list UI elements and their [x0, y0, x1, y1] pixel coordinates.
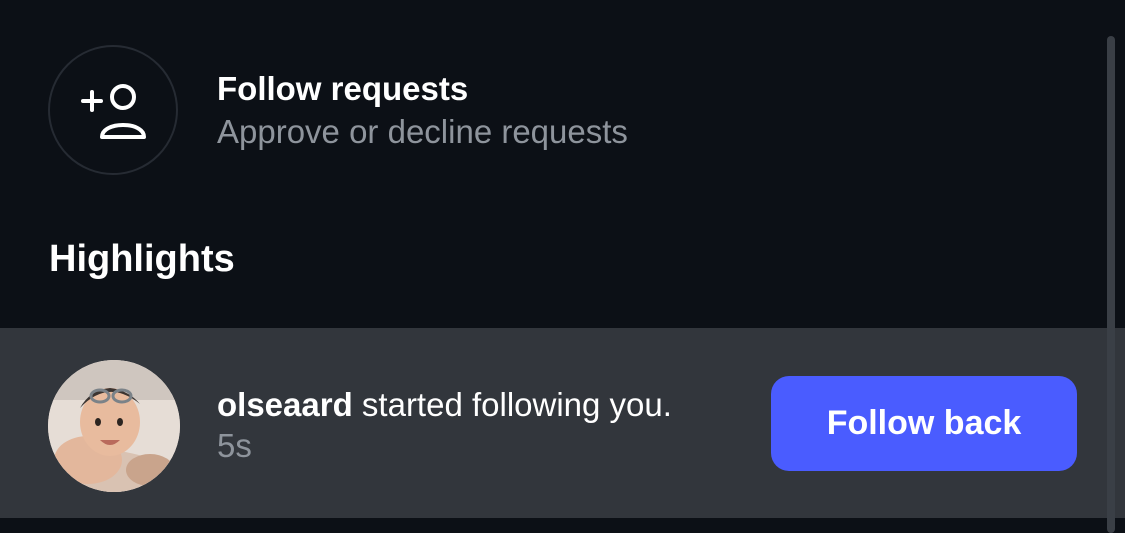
notification-action: started following you. [352, 386, 672, 423]
activity-screen: Follow requests Approve or decline reque… [0, 0, 1125, 533]
follow-requests-row[interactable]: Follow requests Approve or decline reque… [0, 40, 1100, 180]
notification-time: 5s [217, 427, 252, 464]
add-user-icon [81, 84, 146, 139]
avatar[interactable] [48, 360, 180, 492]
highlights-heading: Highlights [49, 238, 235, 280]
follow-requests-subtitle: Approve or decline requests [217, 113, 628, 150]
notification-row[interactable]: olseaard started following you. 5s Follo… [0, 328, 1125, 518]
follow-requests-title: Follow requests [217, 70, 469, 107]
username-link[interactable]: olseaard [217, 386, 353, 423]
follow-back-button[interactable]: Follow back [771, 376, 1077, 471]
profile-photo [48, 360, 180, 492]
scrollbar-thumb[interactable] [1107, 36, 1115, 533]
notification-text: olseaard started following you. 5s [217, 384, 697, 466]
scrollbar[interactable] [1104, 0, 1118, 533]
follow-requests-icon-circle [48, 45, 178, 175]
